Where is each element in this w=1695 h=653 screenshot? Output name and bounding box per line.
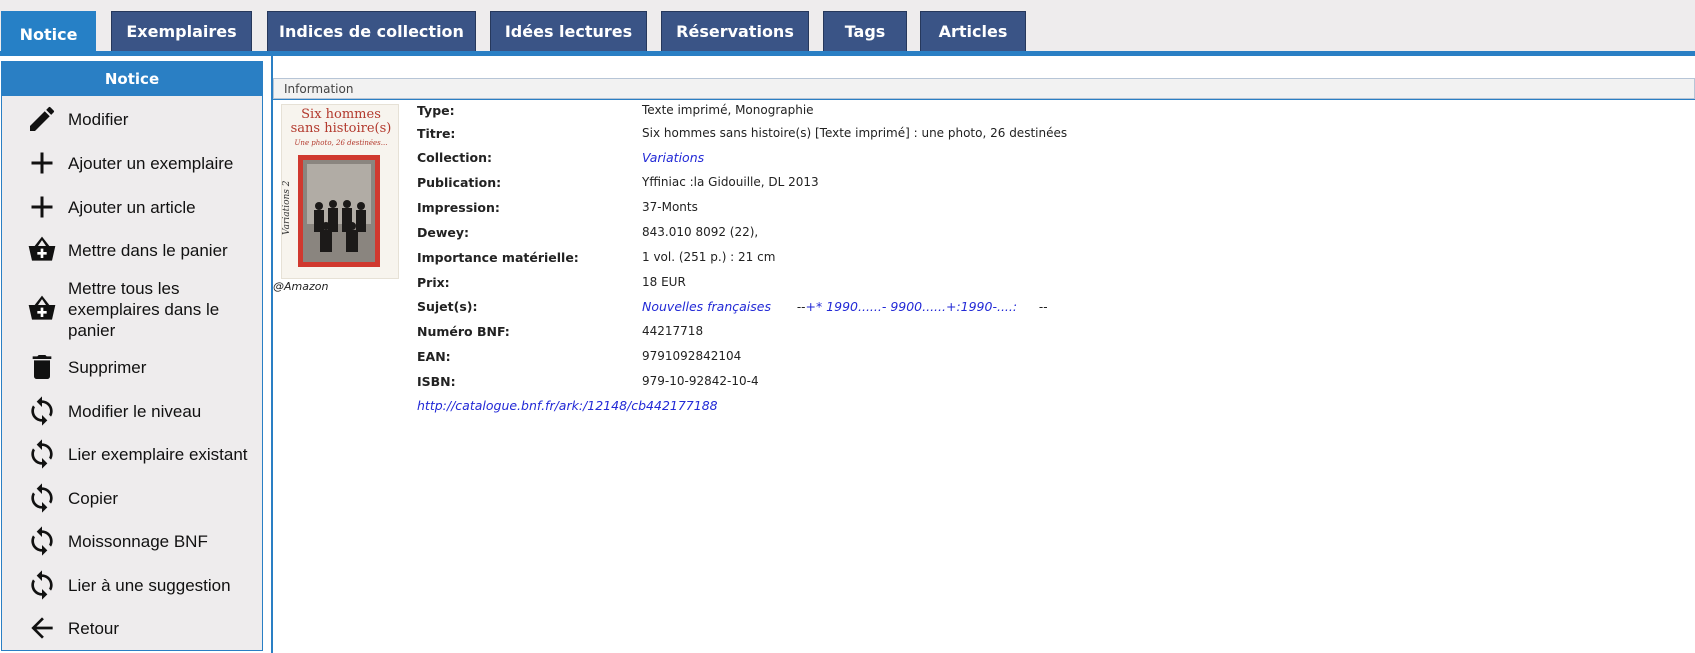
tab-notice[interactable]: Notice <box>1 11 96 56</box>
field-label: Type: <box>417 103 455 118</box>
refresh-icon <box>25 568 59 602</box>
field-label: Impression: <box>417 200 500 215</box>
field-ean: EAN: 9791092842104 <box>0 349 1200 371</box>
subject-separator: -- <box>1038 300 1048 314</box>
field-prix: Prix: 18 EUR <box>0 275 1200 297</box>
field-value: 44217718 <box>642 324 704 338</box>
field-value: Yffiniac :la Gidouille, DL 2013 <box>642 175 819 189</box>
tab-idees-lectures[interactable]: Idées lectures <box>490 11 647 51</box>
field-dewey: Dewey: 843.010 8092 (22), <box>0 225 1200 247</box>
sidebar-item-label: Lier à une suggestion <box>68 575 231 595</box>
refresh-icon <box>25 524 59 558</box>
field-value: 18 EUR <box>642 275 686 289</box>
field-collection: Collection: Variations <box>0 150 1200 172</box>
tab-articles[interactable]: Articles <box>920 11 1026 51</box>
field-titre: Titre: Six hommes sans histoire(s) [Text… <box>0 126 1200 148</box>
field-label: Dewey: <box>417 225 470 240</box>
tab-bar: Notice Exemplaires Indices de collection… <box>0 0 1695 56</box>
refresh-icon <box>25 437 59 471</box>
sidebar-item-label: Lier exemplaire existant <box>68 444 248 464</box>
field-value: Texte imprimé, Monographie <box>642 103 814 117</box>
field-value: Six hommes sans histoire(s) [Texte impri… <box>642 126 1068 140</box>
sidebar-item-moissonnage-bnf[interactable]: Moissonnage BNF <box>0 522 260 560</box>
field-label: Collection: <box>417 150 492 165</box>
sidebar-item-label: Retour <box>68 618 120 638</box>
tab-exemplaires[interactable]: Exemplaires <box>111 11 252 51</box>
field-value: Nouvelles françaises -- +* 1990......- 99… <box>642 299 1048 314</box>
field-value: 979-10-92842-10-4 <box>642 374 759 388</box>
field-label: Numéro BNF: <box>417 324 510 339</box>
subject-link[interactable]: Nouvelles françaises <box>642 299 771 314</box>
sidebar-item-lier-exemplaire[interactable]: Lier exemplaire existant <box>0 435 260 473</box>
tab-bar-underline <box>0 51 1695 56</box>
field-numero-bnf: Numéro BNF: 44217718 <box>0 324 1200 346</box>
info-section-header[interactable]: Information <box>273 78 1695 99</box>
field-label: Prix: <box>417 275 450 290</box>
tab-indices-de-collection[interactable]: Indices de collection <box>267 11 476 51</box>
bnf-catalogue-link[interactable]: http://catalogue.bnf.fr/ark:/12148/cb442… <box>417 398 718 413</box>
sidebar-title: Notice <box>2 62 262 96</box>
arrow-left-icon <box>25 611 59 645</box>
field-value: 843.010 8092 (22), <box>642 225 759 239</box>
refresh-icon <box>25 481 59 515</box>
sidebar-item-retour[interactable]: Retour <box>0 609 260 647</box>
sidebar-item-lier-suggestion[interactable]: Lier à une suggestion <box>0 566 260 604</box>
field-publication: Publication: Yffiniac :la Gidouille, DL … <box>0 175 1200 197</box>
field-isbn: ISBN: 979-10-92842-10-4 <box>0 374 1200 396</box>
tab-tags[interactable]: Tags <box>823 11 907 51</box>
field-impression: Impression: 37-Monts <box>0 200 1200 222</box>
tab-reservations[interactable]: Réservations <box>661 11 809 51</box>
info-section-title: Information <box>284 81 354 96</box>
field-value: 1 vol. (251 p.) : 21 cm <box>642 250 776 264</box>
field-importance: Importance matérielle: 1 vol. (251 p.) :… <box>0 250 1200 272</box>
field-label: EAN: <box>417 349 451 364</box>
field-type: Type: Texte imprimé, Monographie <box>0 103 1200 125</box>
field-label: Publication: <box>417 175 502 190</box>
field-bnf-link: http://catalogue.bnf.fr/ark:/12148/cb442… <box>0 398 1200 420</box>
field-label: Sujet(s): <box>417 299 478 314</box>
sidebar-item-copier[interactable]: Copier <box>0 479 260 517</box>
field-label: Importance matérielle: <box>417 250 579 265</box>
collection-link[interactable]: Variations <box>642 150 704 165</box>
sidebar-item-label: Moissonnage BNF <box>68 531 208 551</box>
field-value: 37-Monts <box>642 200 698 214</box>
field-sujets: Sujet(s): Nouvelles françaises -- +* 1990… <box>0 299 1200 321</box>
subject-link[interactable]: +* 1990......- 9900......+:1990-....: <box>805 299 1017 314</box>
field-label: ISBN: <box>417 374 456 389</box>
sidebar-item-label: Copier <box>68 488 119 508</box>
field-value: 9791092842104 <box>642 349 742 363</box>
field-label: Titre: <box>417 126 456 141</box>
